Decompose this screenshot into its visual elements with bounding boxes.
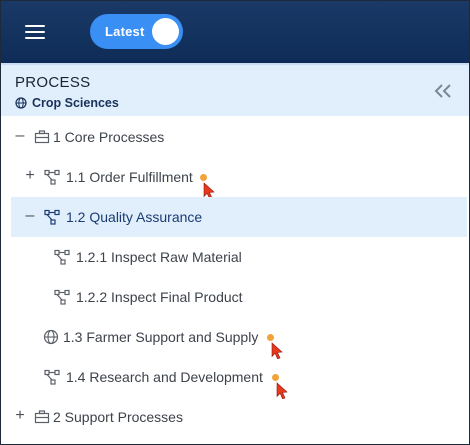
tree-row-farmer-support[interactable]: 1.3 Farmer Support and Supply	[1, 317, 469, 359]
app-frame: Latest PROCESS Crop Sciences – 1 Core Pr…	[0, 0, 470, 445]
expand-toggle[interactable]: +	[23, 168, 37, 184]
status-indicator-dot	[200, 174, 207, 181]
tree-item-label: 1.2.1 Inspect Raw Material	[76, 249, 242, 265]
tree-row-core-processes[interactable]: – 1 Core Processes	[1, 117, 469, 157]
collapse-toggle[interactable]: –	[23, 208, 37, 224]
panel-subtitle: Crop Sciences	[15, 96, 119, 110]
process-flow-icon	[54, 289, 70, 305]
briefcase-icon	[34, 410, 50, 424]
latest-toggle[interactable]: Latest	[90, 14, 183, 49]
tree-row-inspect-final-product[interactable]: 1.2.2 Inspect Final Product	[1, 277, 469, 317]
tree-item-label: 1.2 Quality Assurance	[66, 209, 203, 225]
process-flow-icon	[54, 249, 70, 265]
collapse-toggle[interactable]: –	[13, 128, 27, 144]
process-flow-icon	[44, 209, 60, 225]
tree-item-label: 1.1 Order Fulfillment	[66, 169, 193, 185]
globe-icon	[15, 97, 27, 109]
panel-header: PROCESS Crop Sciences	[1, 63, 469, 116]
panel-title: PROCESS	[15, 74, 91, 91]
status-indicator-dot	[272, 374, 279, 381]
tree-item-label: 1.2.2 Inspect Final Product	[76, 289, 243, 305]
top-bar: Latest	[1, 1, 469, 63]
process-flow-icon	[44, 369, 60, 385]
tree-row-support-processes[interactable]: + 2 Support Processes	[1, 397, 469, 437]
expand-toggle[interactable]: +	[13, 408, 27, 424]
status-indicator-dot	[267, 334, 274, 341]
globe-icon	[43, 329, 59, 345]
briefcase-icon	[34, 130, 50, 144]
tree-row-inspect-raw-material[interactable]: 1.2.1 Inspect Raw Material	[1, 237, 469, 277]
double-chevron-left-icon[interactable]	[433, 83, 453, 99]
subtitle-text: Crop Sciences	[32, 96, 119, 110]
toggle-knob	[152, 18, 179, 45]
tree-item-label: 1.4 Research and Development	[66, 369, 263, 385]
tree-item-label: 1.3 Farmer Support and Supply	[63, 329, 259, 345]
tree-row-quality-assurance[interactable]: – 1.2 Quality Assurance	[1, 197, 469, 237]
tree-item-label: 1 Core Processes	[53, 129, 165, 145]
tree-row-research-development[interactable]: 1.4 Research and Development	[1, 357, 469, 399]
toggle-label: Latest	[105, 24, 145, 39]
process-flow-icon	[44, 169, 60, 185]
tree-row-order-fulfillment[interactable]: + 1.1 Order Fulfillment	[1, 157, 469, 199]
tree-item-label: 2 Support Processes	[53, 409, 183, 425]
hamburger-menu-icon[interactable]	[25, 25, 45, 39]
